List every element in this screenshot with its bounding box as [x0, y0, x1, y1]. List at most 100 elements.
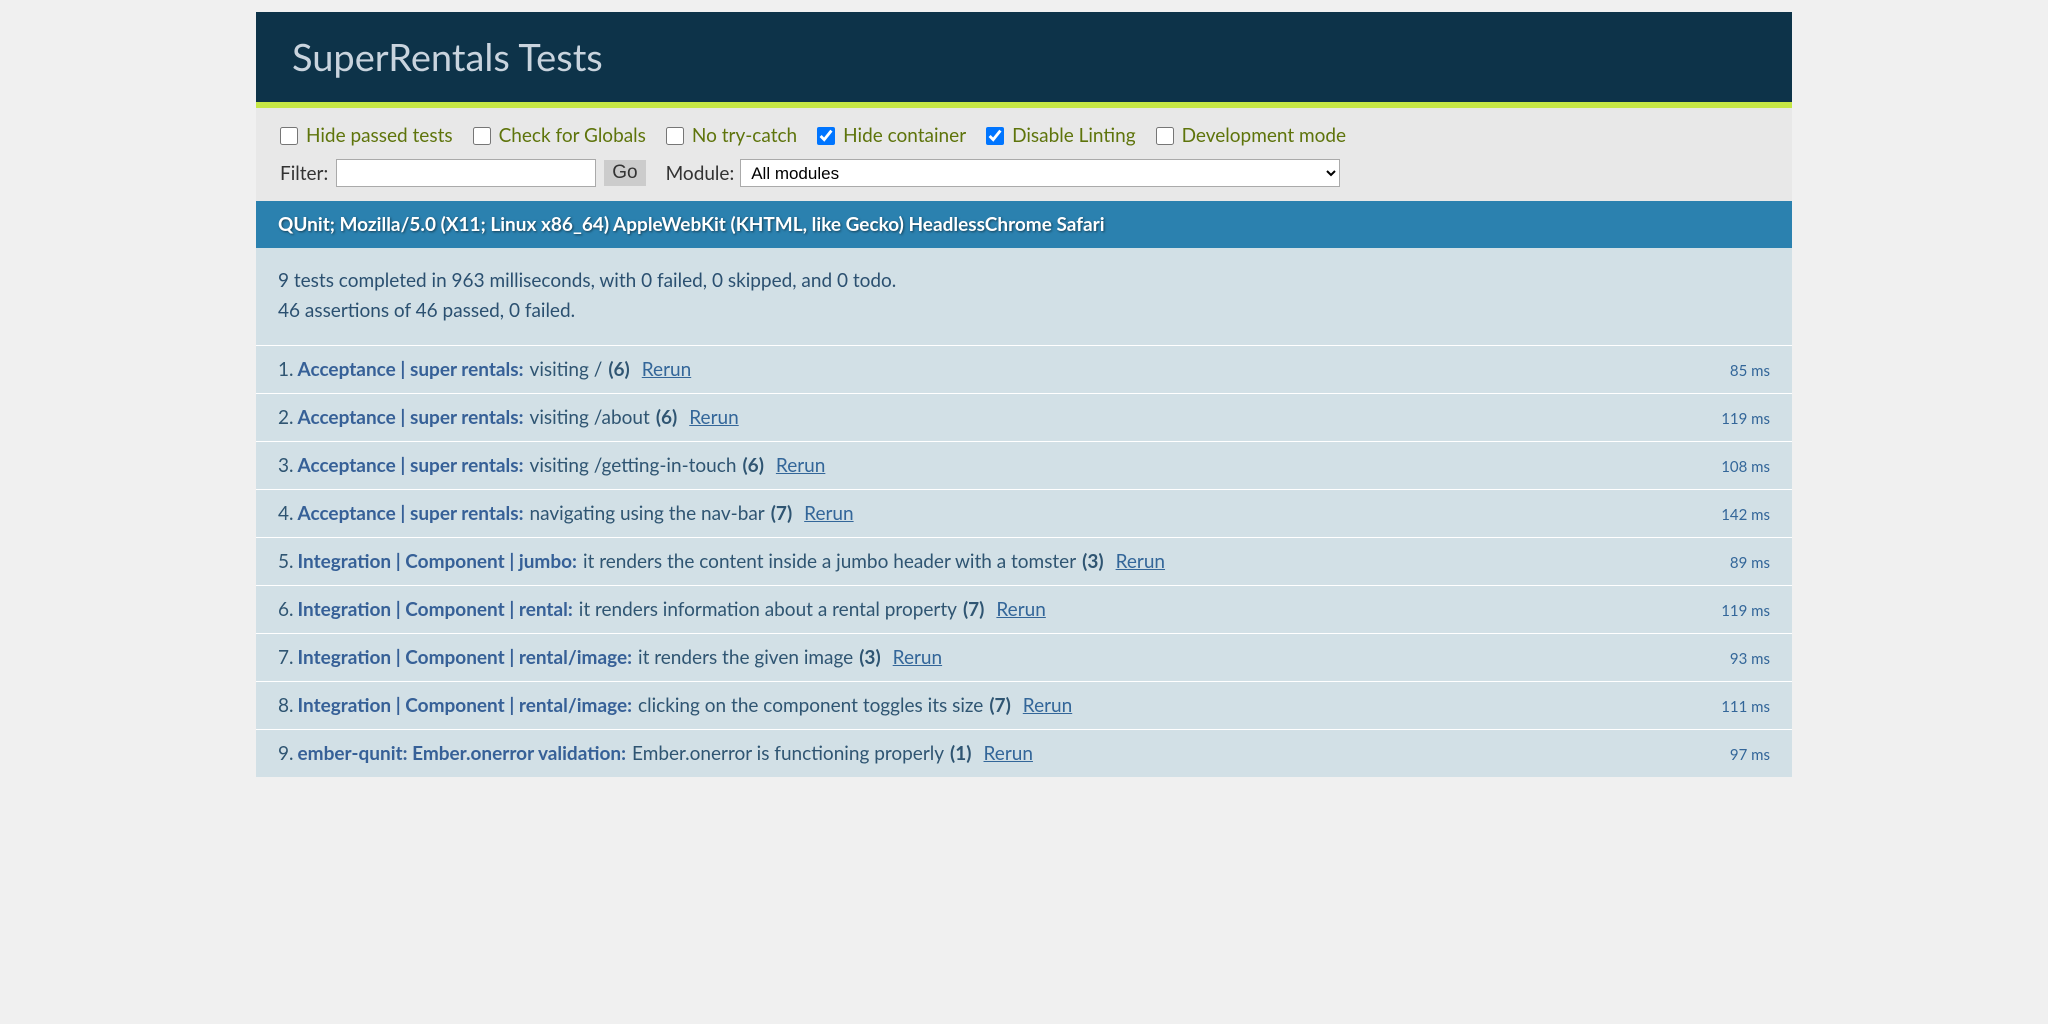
test-duration: 119 ms — [1721, 602, 1770, 620]
test-left: 7.Integration | Component | rental/image… — [278, 646, 942, 669]
test-assertion-count: (3) — [1082, 550, 1103, 573]
test-left: 3.Acceptance | super rentals: visiting /g… — [278, 454, 825, 477]
module-select[interactable]: All modules — [740, 159, 1340, 187]
checkbox-development-mode-label: Development mode — [1182, 124, 1347, 147]
test-duration: 93 ms — [1730, 650, 1770, 668]
checkbox-hide-container-input[interactable] — [817, 127, 835, 145]
test-module: Acceptance | super rentals: — [298, 454, 524, 477]
checkbox-development-mode-input[interactable] — [1156, 127, 1174, 145]
test-left: 9.ember-qunit: Ember.onerror validation:… — [278, 742, 1033, 765]
rerun-link[interactable]: Rerun — [1023, 694, 1072, 717]
test-module: ember-qunit: Ember.onerror validation: — [298, 742, 626, 765]
test-left: 6.Integration | Component | rental: it re… — [278, 598, 1046, 621]
toolbar-filter-row: Filter: Go Module: All modules — [280, 159, 1768, 187]
test-summary: 9 tests completed in 963 milliseconds, w… — [256, 248, 1792, 345]
test-number: 9. — [278, 742, 294, 765]
module-label: Module: — [666, 162, 735, 185]
go-button[interactable]: Go — [604, 160, 645, 186]
checkbox-development-mode[interactable]: Development mode — [1156, 124, 1347, 147]
test-row[interactable]: 5.Integration | Component | jumbo:it ren… — [256, 537, 1792, 585]
test-number: 6. — [278, 598, 294, 621]
test-number: 3. — [278, 454, 294, 477]
toolbar-checkboxes: Hide passed tests Check for Globals No t… — [280, 124, 1768, 147]
test-duration: 142 ms — [1721, 506, 1770, 524]
rerun-link[interactable]: Rerun — [776, 454, 825, 477]
test-name: visiting /getting-in-touch — [530, 454, 737, 477]
test-duration: 111 ms — [1721, 698, 1770, 716]
test-assertion-count: (7) — [989, 694, 1010, 717]
test-assertion-count: (3) — [859, 646, 880, 669]
test-name: visiting /about — [530, 406, 650, 429]
test-left: 4.Acceptance | super rentals: navigating … — [278, 502, 854, 525]
page-title: SuperRentals Tests — [256, 12, 1792, 102]
test-name: visiting / — [530, 358, 603, 381]
test-assertion-count: (7) — [963, 598, 984, 621]
test-number: 4. — [278, 502, 294, 525]
checkbox-disable-linting-label: Disable Linting — [1012, 124, 1135, 147]
test-row[interactable]: 2.Acceptance | super rentals: visiting /a… — [256, 393, 1792, 441]
test-left: 1.Acceptance | super rentals: visiting /(… — [278, 358, 691, 381]
checkbox-hide-passed[interactable]: Hide passed tests — [280, 124, 453, 147]
test-row[interactable]: 3.Acceptance | super rentals: visiting /g… — [256, 441, 1792, 489]
rerun-link[interactable]: Rerun — [689, 406, 738, 429]
test-row[interactable]: 7.Integration | Component | rental/image… — [256, 633, 1792, 681]
test-duration: 97 ms — [1730, 746, 1770, 764]
test-name: it renders information about a rental pr… — [579, 598, 957, 621]
test-module: Integration | Component | jumbo: — [298, 550, 577, 573]
test-duration: 119 ms — [1721, 410, 1770, 428]
test-row[interactable]: 4.Acceptance | super rentals: navigating … — [256, 489, 1792, 537]
summary-line-1: 9 tests completed in 963 milliseconds, w… — [278, 266, 1770, 296]
test-assertion-count: (6) — [656, 406, 677, 429]
test-module: Integration | Component | rental: — [298, 598, 573, 621]
rerun-link[interactable]: Rerun — [804, 502, 853, 525]
test-duration: 108 ms — [1721, 458, 1770, 476]
test-assertion-count: (6) — [608, 358, 629, 381]
rerun-link[interactable]: Rerun — [893, 646, 942, 669]
test-name: Ember.onerror is functioning properly — [632, 742, 944, 765]
test-duration: 89 ms — [1730, 554, 1770, 572]
checkbox-disable-linting-input[interactable] — [986, 127, 1004, 145]
checkbox-check-globals-input[interactable] — [473, 127, 491, 145]
test-name: it renders the given image — [638, 646, 853, 669]
rerun-link[interactable]: Rerun — [984, 742, 1033, 765]
test-list: 1.Acceptance | super rentals:visiting /(… — [256, 345, 1792, 777]
rerun-link[interactable]: Rerun — [1116, 550, 1165, 573]
checkbox-hide-container[interactable]: Hide container — [817, 124, 966, 147]
checkbox-no-try-catch-input[interactable] — [666, 127, 684, 145]
user-agent-bar: QUnit; Mozilla/5.0 (X11; Linux x86_64) A… — [256, 201, 1792, 248]
test-number: 1. — [278, 358, 294, 381]
rerun-link[interactable]: Rerun — [642, 358, 691, 381]
filter-label: Filter: — [280, 162, 328, 185]
checkbox-hide-passed-input[interactable] — [280, 127, 298, 145]
test-module: Acceptance | super rentals: — [298, 406, 524, 429]
checkbox-check-globals[interactable]: Check for Globals — [473, 124, 646, 147]
test-row[interactable]: 1.Acceptance | super rentals: visiting /(… — [256, 345, 1792, 393]
test-left: 5.Integration | Component | jumbo:it ren… — [278, 550, 1165, 573]
test-left: 8.Integration | Component | rental/image… — [278, 694, 1072, 717]
rerun-link[interactable]: Rerun — [996, 598, 1045, 621]
test-assertion-count: (6) — [742, 454, 763, 477]
test-assertion-count: (1) — [950, 742, 971, 765]
checkbox-no-try-catch[interactable]: No try-catch — [666, 124, 797, 147]
test-number: 7. — [278, 646, 294, 669]
summary-line-2: 46 assertions of 46 passed, 0 failed. — [278, 296, 1770, 326]
checkbox-disable-linting[interactable]: Disable Linting — [986, 124, 1135, 147]
test-module: Acceptance | super rentals: — [298, 502, 524, 525]
test-row[interactable]: 6.Integration | Component | rental: it re… — [256, 585, 1792, 633]
test-row[interactable]: 8.Integration | Component | rental/image… — [256, 681, 1792, 729]
test-row[interactable]: 9.ember-qunit: Ember.onerror validation:… — [256, 729, 1792, 777]
test-number: 2. — [278, 406, 294, 429]
test-left: 2.Acceptance | super rentals: visiting /a… — [278, 406, 739, 429]
toolbar: Hide passed tests Check for Globals No t… — [256, 108, 1792, 201]
filter-input[interactable] — [336, 159, 596, 187]
test-name: clicking on the component toggles its si… — [638, 694, 983, 717]
test-module: Integration | Component | rental/image: — [298, 694, 633, 717]
checkbox-hide-container-label: Hide container — [843, 124, 966, 147]
test-duration: 85 ms — [1730, 362, 1770, 380]
checkbox-hide-passed-label: Hide passed tests — [306, 124, 453, 147]
test-name: it renders the content inside a jumbo he… — [583, 550, 1076, 573]
test-name: navigating using the nav-bar — [530, 502, 765, 525]
test-module: Acceptance | super rentals: — [298, 358, 524, 381]
test-assertion-count: (7) — [771, 502, 792, 525]
checkbox-check-globals-label: Check for Globals — [499, 124, 646, 147]
